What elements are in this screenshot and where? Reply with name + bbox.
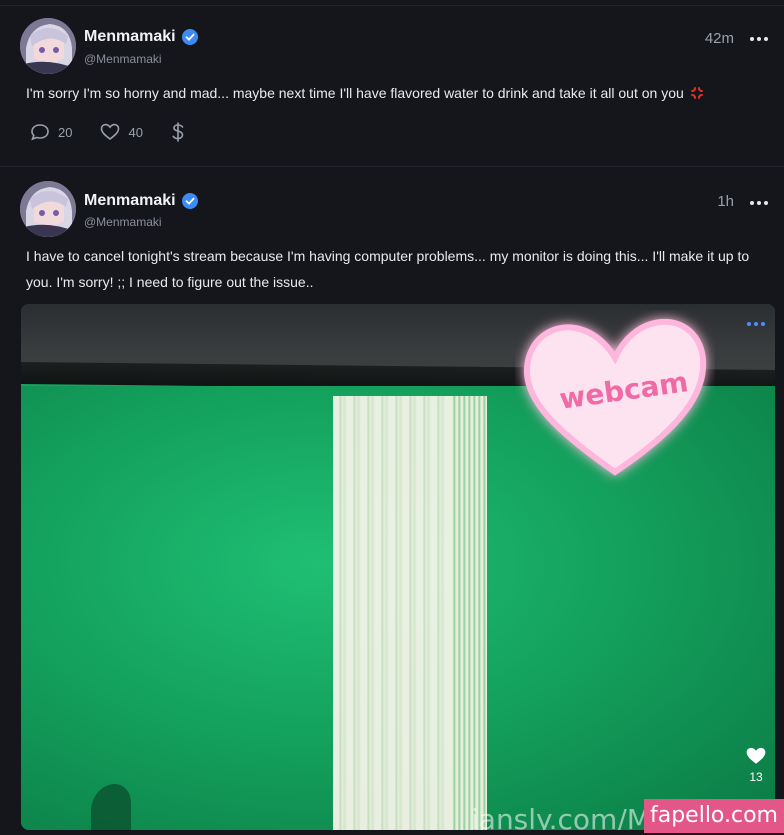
verified-badge-icon <box>181 29 198 45</box>
media-options-icon[interactable] <box>747 322 765 326</box>
post-card: Menmamaki @Menmamaki 42m I'm sorry I'm s… <box>0 8 784 166</box>
author-handle[interactable]: @Menmamaki <box>84 52 162 66</box>
heart-icon <box>101 123 120 141</box>
post-card: Menmamaki @Menmamaki 1h I have to cancel… <box>0 170 784 835</box>
author-name[interactable]: Menmamaki <box>84 192 176 210</box>
screen-artifact-stripe <box>451 396 487 830</box>
site-watermark: fapello.com <box>643 799 784 833</box>
dollar-icon <box>172 122 184 142</box>
top-divider <box>0 5 784 6</box>
heart-filled-icon <box>746 747 766 764</box>
post-actions: 20 40 <box>30 122 213 142</box>
post-divider <box>0 166 784 167</box>
comment-count: 20 <box>58 124 73 140</box>
like-count: 40 <box>128 124 143 140</box>
like-button[interactable]: 40 <box>100 123 143 141</box>
verified-badge-icon <box>181 193 198 209</box>
comment-icon <box>31 124 49 141</box>
post-time: 42m <box>704 30 734 47</box>
avatar[interactable] <box>20 181 76 237</box>
post-media[interactable]: webcam iansly.com/Men 13 <box>21 304 775 830</box>
media-like-count: 13 <box>749 770 763 784</box>
media-like-button[interactable]: 13 <box>745 746 767 784</box>
comment-button[interactable]: 20 <box>30 123 72 141</box>
more-options-icon[interactable] <box>750 201 768 205</box>
post-time: 1h <box>717 193 734 210</box>
author-name[interactable]: Menmamaki <box>84 28 176 46</box>
post-text: I have to cancel tonight's stream becaus… <box>26 248 750 290</box>
anger-symbol-icon <box>690 87 703 99</box>
tip-button[interactable] <box>171 122 185 142</box>
avatar-image <box>20 181 76 237</box>
more-options-icon[interactable] <box>750 37 768 41</box>
avatar[interactable] <box>20 18 76 74</box>
post-text: I'm sorry I'm so horny and mad... maybe … <box>26 80 762 106</box>
avatar-image <box>20 18 76 74</box>
author-handle[interactable]: @Menmamaki <box>84 215 162 229</box>
